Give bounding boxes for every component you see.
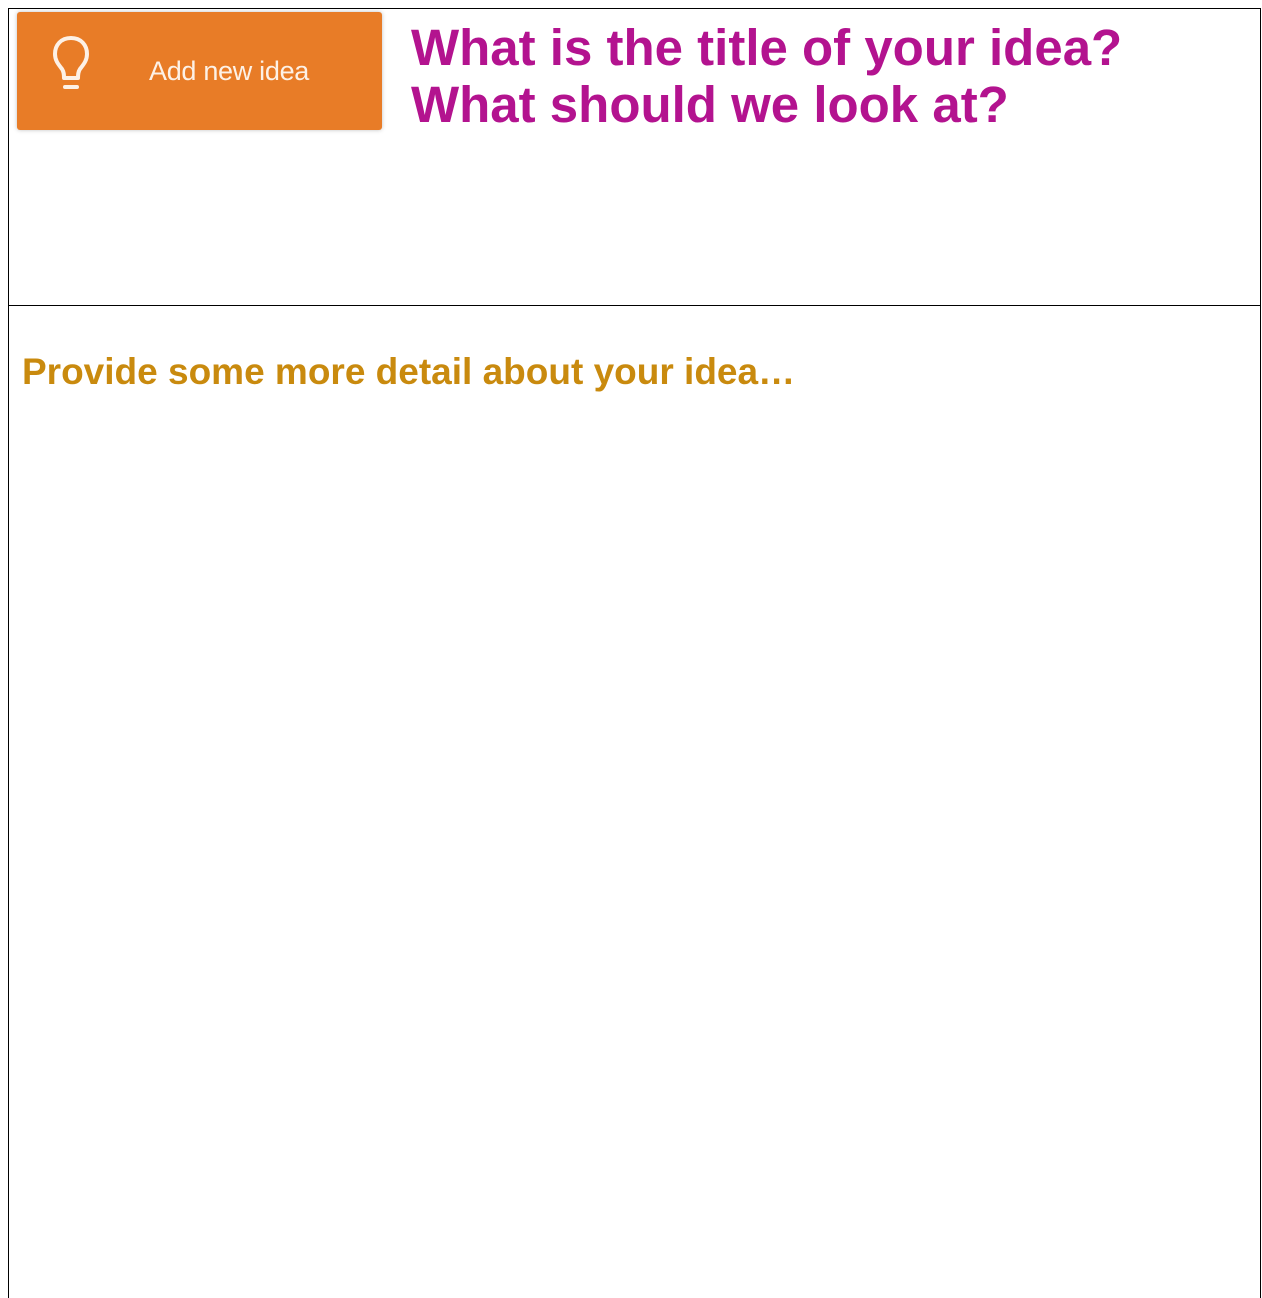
title-row[interactable]: Add new idea What is the title of your i…: [9, 9, 1260, 306]
idea-detail-prompt: Provide some more detail about your idea…: [22, 351, 796, 392]
lightbulb-icon: [53, 36, 89, 89]
title-prompt-line-1: What is the title of your idea?: [411, 19, 1123, 76]
detail-row[interactable]: [9, 307, 1260, 1297]
idea-title-prompt: What is the title of your idea? What sho…: [411, 19, 1122, 133]
title-prompt-line-2: What should we look at?: [411, 76, 1009, 133]
add-new-idea-label: Add new idea: [149, 56, 310, 86]
idea-form-table: Add new idea What is the title of your i…: [8, 8, 1261, 1298]
add-new-idea-button[interactable]: Add new idea: [17, 12, 382, 130]
